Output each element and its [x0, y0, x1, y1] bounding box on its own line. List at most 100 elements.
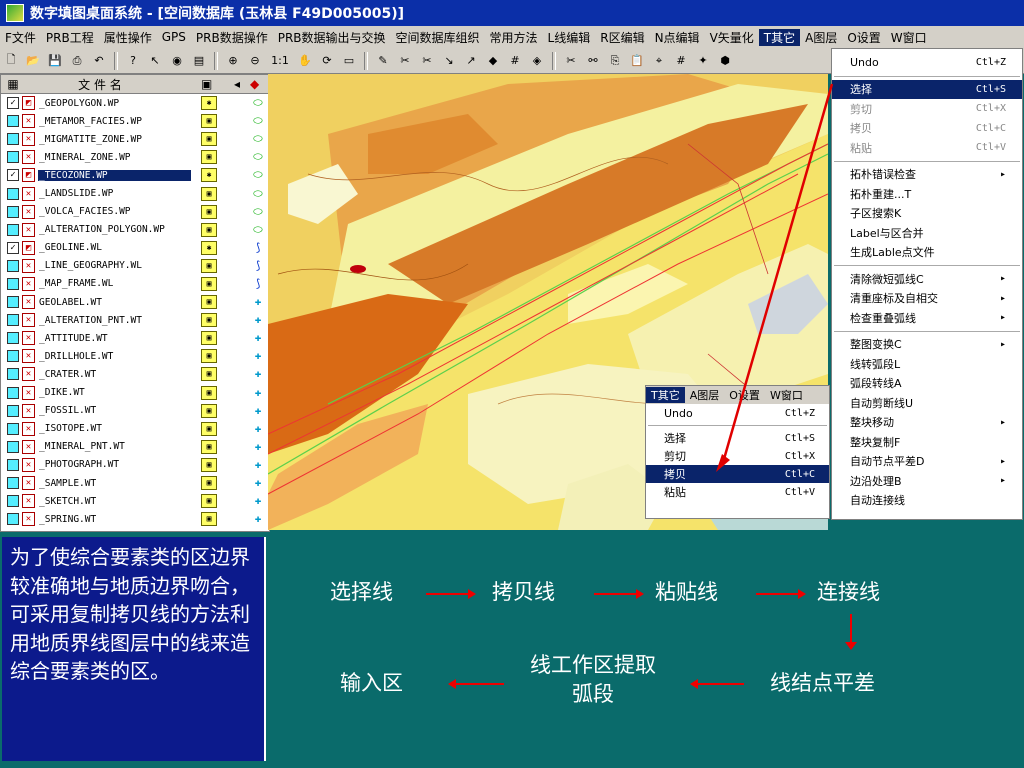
- bigmenu-item[interactable]: 自动节点平差D ▸: [832, 452, 1022, 472]
- menu-item-0[interactable]: F文件: [0, 29, 41, 46]
- layer-lock-icon[interactable]: ▣: [201, 313, 217, 328]
- visibility-checkbox[interactable]: [7, 296, 19, 309]
- layer-lock-icon[interactable]: ▣: [201, 331, 217, 346]
- file-row[interactable]: ✓ ◩ _TECOZONE.WP ✱ ⬭: [1, 166, 269, 184]
- bigmenu-item[interactable]: 整图变换C ▸: [832, 335, 1022, 355]
- layer-icon[interactable]: ▤: [190, 52, 208, 70]
- whatis-icon[interactable]: ↖: [146, 52, 164, 70]
- bigmenu-item[interactable]: 整块复制F: [832, 432, 1022, 452]
- visibility-checkbox[interactable]: [7, 115, 19, 128]
- file-row[interactable]: ✕ _DRILLHOLE.WT ▣ ✚: [1, 347, 269, 365]
- bigmenu-item[interactable]: 清除微短弧线C ▸: [832, 269, 1022, 289]
- layer-open-icon[interactable]: ✱: [201, 168, 217, 183]
- link-icon[interactable]: ⚯: [584, 52, 602, 70]
- vector-icon[interactable]: ✦: [694, 52, 712, 70]
- file-row[interactable]: ✕ _ALTERATION_POLYGON.WP ▣ ⬭: [1, 221, 269, 239]
- menu-item-13[interactable]: A图层: [800, 29, 842, 46]
- zoom-out-icon[interactable]: ⊖: [246, 52, 264, 70]
- bigmenu-item[interactable]: 弧段转线A: [832, 374, 1022, 394]
- visibility-checkbox[interactable]: [7, 495, 19, 508]
- menu-item-2[interactable]: 属性操作: [99, 29, 157, 46]
- visibility-checkbox[interactable]: [7, 223, 19, 236]
- bigmenu-item[interactable]: Label与区合并: [832, 223, 1022, 243]
- file-row[interactable]: ✕ _LANDSLIDE.WP ▣ ⬭: [1, 184, 269, 202]
- scissor-icon[interactable]: ✂: [562, 52, 580, 70]
- layer-lock-icon[interactable]: ▣: [201, 114, 217, 129]
- visibility-checkbox[interactable]: ✓: [7, 241, 19, 254]
- menu-item-7[interactable]: 常用方法: [485, 29, 543, 46]
- file-row[interactable]: ✕ _SKETCH.WT ▣ ✚: [1, 492, 269, 510]
- bigmenu-item[interactable]: 选择 Ctl+S: [832, 79, 1022, 99]
- redraw-icon[interactable]: ⟳: [318, 52, 336, 70]
- visibility-checkbox[interactable]: [7, 332, 19, 345]
- layer-lock-icon[interactable]: ▣: [201, 186, 217, 201]
- file-row[interactable]: ✕ _ALTERATION_PNT.WT ▣ ✚: [1, 311, 269, 329]
- layer-lock-icon[interactable]: ▣: [201, 439, 217, 454]
- visibility-checkbox[interactable]: [7, 205, 19, 218]
- menu-item-9[interactable]: R区编辑: [595, 29, 649, 46]
- bigmenu-item[interactable]: 拓朴错误检查 ▸: [832, 165, 1022, 185]
- visibility-checkbox[interactable]: [7, 151, 19, 164]
- layer-lock-icon[interactable]: ▣: [201, 222, 217, 237]
- visibility-checkbox[interactable]: [7, 440, 19, 453]
- file-row[interactable]: ✓ ◩ _GEOLINE.WL ✱ ⟆: [1, 239, 269, 257]
- print-icon[interactable]: ⎙: [68, 52, 86, 70]
- visibility-checkbox[interactable]: [7, 350, 19, 363]
- visibility-checkbox[interactable]: [7, 513, 19, 526]
- one-to-one-icon[interactable]: 1:1: [268, 52, 292, 70]
- layer-open-icon[interactable]: ✱: [201, 96, 217, 111]
- layer-lock-icon[interactable]: ▣: [201, 295, 217, 310]
- bigmenu-item[interactable]: 边沿处理B ▸: [832, 471, 1022, 491]
- layer-lock-icon[interactable]: ▣: [201, 476, 217, 491]
- minimenu-item[interactable]: 粘贴 Ctl+V: [646, 483, 829, 501]
- menu-item-1[interactable]: PRB工程: [41, 29, 99, 46]
- visibility-checkbox[interactable]: [7, 404, 19, 417]
- window-icon[interactable]: ▭: [340, 52, 358, 70]
- undo-icon[interactable]: ↶: [90, 52, 108, 70]
- file-row[interactable]: ✕ _METAMOR_FACIES.WP ▣ ⬭: [1, 112, 269, 130]
- file-row[interactable]: ✓ ◩ _GEOPOLYGON.WP ✱ ⬭: [1, 94, 269, 112]
- bigmenu-item[interactable]: 生成Lable点文件: [832, 243, 1022, 263]
- layer-lock-icon[interactable]: ▣: [201, 276, 217, 291]
- menu-item-4[interactable]: PRB数据操作: [191, 29, 273, 46]
- layer-lock-icon[interactable]: ▣: [201, 204, 217, 219]
- paste-icon[interactable]: 📋: [628, 52, 646, 70]
- visibility-checkbox[interactable]: ✓: [7, 169, 19, 182]
- bigmenu-item[interactable]: 拷贝 Ctl+C: [832, 119, 1022, 139]
- extend2-icon[interactable]: ↗: [462, 52, 480, 70]
- layer-open-icon[interactable]: ✱: [201, 240, 217, 255]
- file-row[interactable]: ✕ _VOLCA_FACIES.WP ▣ ⬭: [1, 203, 269, 221]
- visibility-checkbox[interactable]: [7, 187, 19, 200]
- layer-lock-icon[interactable]: ▣: [201, 132, 217, 147]
- file-row[interactable]: ✕ _MAP_FRAME.WL ▣ ⟆: [1, 275, 269, 293]
- node-icon[interactable]: ◆: [484, 52, 502, 70]
- bigmenu-item[interactable]: 整块移动 ▸: [832, 413, 1022, 433]
- bigmenu-item[interactable]: 清重座标及自相交 ▸: [832, 289, 1022, 309]
- mini-menu-tab[interactable]: T其它: [646, 387, 685, 403]
- menu-item-15[interactable]: W窗口: [886, 29, 932, 46]
- layer-lock-icon[interactable]: ▣: [201, 421, 217, 436]
- menu-item-3[interactable]: GPS: [157, 30, 191, 44]
- menu-item-14[interactable]: O设置: [842, 29, 885, 46]
- snap-icon[interactable]: ⌖: [650, 52, 668, 70]
- zoom-in-icon[interactable]: ⊕: [224, 52, 242, 70]
- layer-lock-icon[interactable]: ▣: [201, 385, 217, 400]
- file-row[interactable]: ✕ _SAMPLE.WT ▣ ✚: [1, 474, 269, 492]
- layer-lock-icon[interactable]: ▣: [201, 258, 217, 273]
- menu-item-10[interactable]: N点编辑: [650, 29, 705, 46]
- bigmenu-item[interactable]: 子区搜索K: [832, 204, 1022, 224]
- copy-icon[interactable]: ⎘: [606, 52, 624, 70]
- layer-lock-icon[interactable]: ▣: [201, 512, 217, 527]
- grid-icon[interactable]: #: [506, 52, 524, 70]
- layer-lock-icon[interactable]: ▣: [201, 349, 217, 364]
- layer-lock-icon[interactable]: ▣: [201, 494, 217, 509]
- file-name-column-header[interactable]: 文 件 名: [25, 76, 175, 93]
- cut-line-icon[interactable]: ✂: [396, 52, 414, 70]
- file-row[interactable]: ✕ _CRATER.WT ▣ ✚: [1, 365, 269, 383]
- file-row[interactable]: ✕ _MINERAL_ZONE.WP ▣ ⬭: [1, 148, 269, 166]
- file-row[interactable]: ✕ _PHOTOGRAPH.WT ▣ ✚: [1, 456, 269, 474]
- bigmenu-item[interactable]: 自动连接线: [832, 491, 1022, 511]
- visibility-checkbox[interactable]: ✓: [7, 97, 19, 110]
- file-row[interactable]: ✕ _FOSSIL.WT ▣ ✚: [1, 402, 269, 420]
- file-row[interactable]: ✕ _DIKE.WT ▣ ✚: [1, 384, 269, 402]
